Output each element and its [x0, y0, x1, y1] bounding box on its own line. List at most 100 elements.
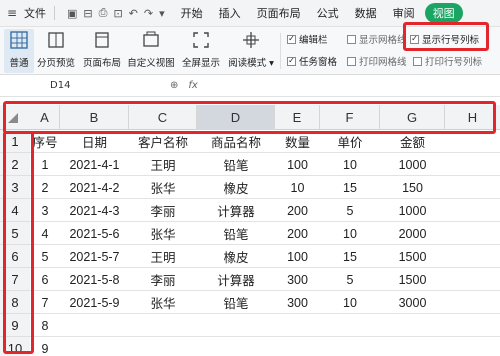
table-cell[interactable]: 2021-5-7 — [60, 245, 129, 268]
chevron-down-icon[interactable]: ▾ — [159, 7, 165, 20]
table-cell[interactable]: 5 — [320, 199, 380, 222]
table-header-cell[interactable]: 金额 — [380, 130, 445, 153]
menu-hamburger-icon[interactable]: ≡ — [4, 5, 20, 21]
table-header-cell[interactable]: 商品名称 — [197, 130, 275, 153]
table-cell[interactable]: 张华 — [129, 176, 197, 199]
column-header-h[interactable]: H — [445, 105, 500, 130]
column-header-c[interactable]: C — [129, 105, 197, 130]
table-cell[interactable]: 5 — [30, 245, 60, 268]
table-cell[interactable]: 100 — [275, 153, 320, 176]
table-header-cell[interactable]: 数量 — [275, 130, 320, 153]
table-header-cell[interactable]: 客户名称 — [129, 130, 197, 153]
row-header[interactable]: 6 — [0, 245, 30, 268]
table-cell[interactable]: 铅笔 — [197, 291, 275, 314]
table-cell[interactable]: 300 — [275, 268, 320, 291]
table-cell[interactable]: 李丽 — [129, 199, 197, 222]
table-cell[interactable]: 2021-5-6 — [60, 222, 129, 245]
show-gridlines-checkbox[interactable]: 显示网格线 — [347, 32, 407, 46]
table-cell[interactable] — [129, 337, 197, 356]
row-header[interactable]: 5 — [0, 222, 30, 245]
table-cell[interactable] — [60, 337, 129, 356]
custom-view-button[interactable]: 自定义视图 — [126, 29, 176, 73]
table-cell[interactable]: 王明 — [129, 153, 197, 176]
table-cell[interactable]: 铅笔 — [197, 153, 275, 176]
column-header-g[interactable]: G — [380, 105, 445, 130]
print-row-col-headers-checkbox[interactable]: 打印行号列标 — [413, 54, 482, 68]
fullscreen-button[interactable]: 全屏显示 — [180, 29, 222, 73]
table-cell[interactable]: 100 — [275, 245, 320, 268]
table-cell[interactable]: 8 — [30, 314, 60, 337]
fx-icon[interactable]: fx — [188, 80, 197, 91]
print-icon[interactable]: ⎙ — [99, 6, 108, 20]
table-cell[interactable]: 1000 — [380, 153, 445, 176]
table-cell[interactable]: 5 — [320, 268, 380, 291]
table-cell[interactable]: 2021-4-2 — [60, 176, 129, 199]
row-header[interactable]: 8 — [0, 291, 30, 314]
row-header[interactable]: 9 — [0, 314, 30, 337]
column-header-a[interactable]: A — [30, 105, 60, 130]
table-cell[interactable]: 2021-5-9 — [60, 291, 129, 314]
print-preview-icon[interactable]: ⊡ — [113, 7, 122, 20]
table-cell[interactable]: 李丽 — [129, 268, 197, 291]
table-cell[interactable] — [380, 314, 445, 337]
table-cell[interactable]: 铅笔 — [197, 222, 275, 245]
show-row-col-headers-checkbox[interactable]: ✓ 显示行号列标 — [410, 32, 479, 46]
table-cell[interactable] — [129, 314, 197, 337]
row-header[interactable]: 7 — [0, 268, 30, 291]
table-cell[interactable]: 计算器 — [197, 199, 275, 222]
table-cell[interactable]: 7 — [30, 291, 60, 314]
table-header-cell[interactable]: 单价 — [320, 130, 380, 153]
column-header-f[interactable]: F — [320, 105, 380, 130]
menu-file[interactable]: 文件 — [24, 5, 46, 21]
table-cell[interactable]: 4 — [30, 222, 60, 245]
task-pane-checkbox[interactable]: ✓ 任务窗格 — [287, 54, 337, 68]
tab-view[interactable]: 视图 — [424, 3, 463, 23]
name-box[interactable]: D14 — [0, 75, 130, 97]
table-cell[interactable]: 200 — [275, 199, 320, 222]
table-cell[interactable]: 1000 — [380, 199, 445, 222]
table-cell[interactable]: 3000 — [380, 291, 445, 314]
table-cell[interactable]: 橡皮 — [197, 245, 275, 268]
column-header-d[interactable]: D — [197, 105, 275, 130]
tab-home[interactable]: 开始 — [181, 5, 203, 21]
table-cell[interactable]: 张华 — [129, 291, 197, 314]
page-layout-view-button[interactable]: 页面布局 — [82, 29, 122, 73]
table-cell[interactable]: 150 — [380, 176, 445, 199]
table-cell[interactable] — [275, 337, 320, 356]
tab-formulas[interactable]: 公式 — [317, 5, 339, 21]
table-cell[interactable]: 10 — [320, 153, 380, 176]
undo-icon[interactable]: ↶ — [129, 7, 138, 20]
table-header-cell[interactable]: 日期 — [60, 130, 129, 153]
table-cell[interactable]: 2000 — [380, 222, 445, 245]
row-header[interactable]: 2 — [0, 153, 30, 176]
export-pdf-icon[interactable]: ⊟ — [83, 7, 92, 20]
reading-mode-button[interactable]: 阅读模式 ▾ — [226, 29, 276, 73]
table-cell[interactable]: 计算器 — [197, 268, 275, 291]
row-header[interactable]: 4 — [0, 199, 30, 222]
tab-data[interactable]: 数据 — [355, 5, 377, 21]
table-cell[interactable]: 3 — [30, 199, 60, 222]
column-header-e[interactable]: E — [275, 105, 320, 130]
table-cell[interactable]: 1500 — [380, 268, 445, 291]
table-cell[interactable]: 15 — [320, 245, 380, 268]
table-cell[interactable] — [60, 314, 129, 337]
table-cell[interactable]: 6 — [30, 268, 60, 291]
table-cell[interactable]: 橡皮 — [197, 176, 275, 199]
tab-review[interactable]: 审阅 — [393, 5, 415, 21]
table-cell[interactable] — [380, 337, 445, 356]
row-header[interactable]: 1 — [0, 130, 30, 153]
table-cell[interactable]: 张华 — [129, 222, 197, 245]
redo-icon[interactable]: ↷ — [144, 7, 153, 20]
table-cell[interactable] — [197, 314, 275, 337]
table-cell[interactable]: 1500 — [380, 245, 445, 268]
table-cell[interactable]: 2 — [30, 176, 60, 199]
table-cell[interactable]: 2021-4-1 — [60, 153, 129, 176]
table-cell[interactable] — [320, 314, 380, 337]
table-cell[interactable]: 2021-5-8 — [60, 268, 129, 291]
select-all-corner[interactable] — [0, 105, 30, 130]
table-cell[interactable]: 2021-4-3 — [60, 199, 129, 222]
tab-page-layout[interactable]: 页面布局 — [257, 5, 301, 21]
table-cell[interactable]: 300 — [275, 291, 320, 314]
table-cell[interactable]: 1 — [30, 153, 60, 176]
formula-bar-checkbox[interactable]: ✓ 编辑栏 — [287, 32, 328, 46]
